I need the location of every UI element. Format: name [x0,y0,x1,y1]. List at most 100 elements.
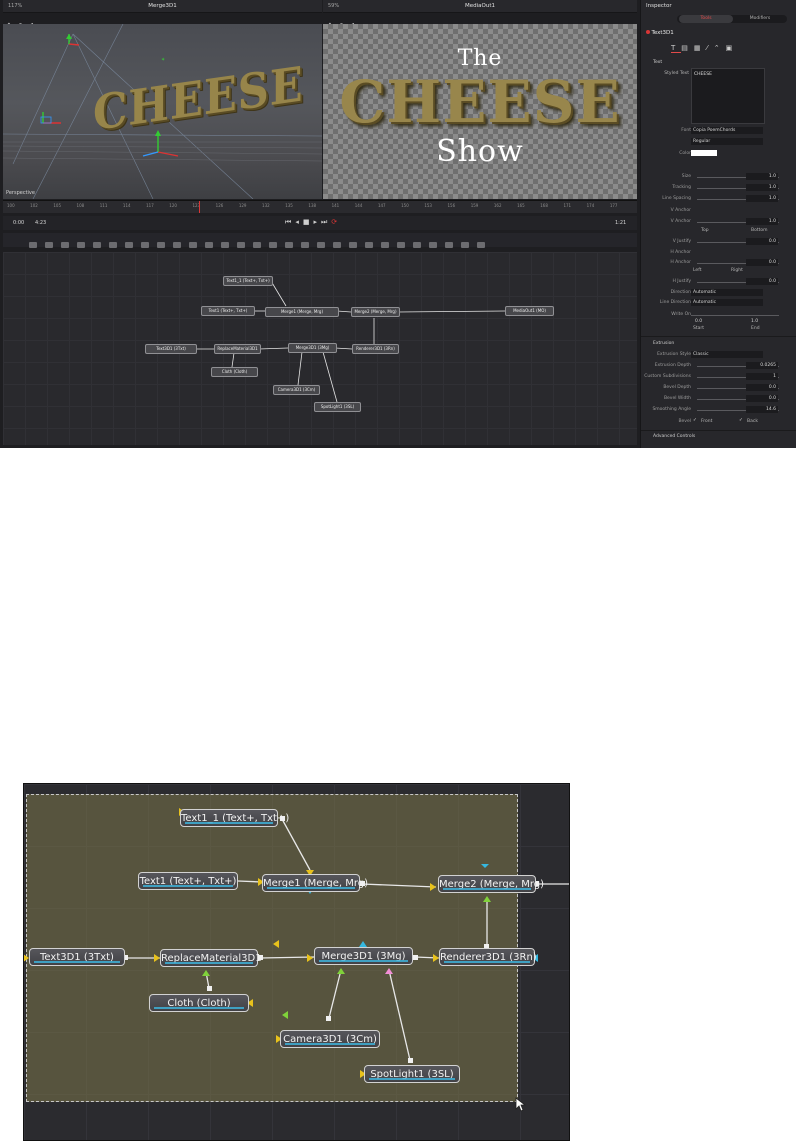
node-spotlight1[interactable]: SpotLight1 (3SL) [314,402,361,412]
tool-icon[interactable] [301,242,309,248]
tool-icon[interactable] [349,242,357,248]
tool-icon[interactable] [381,242,389,248]
tool-icon[interactable] [141,242,149,248]
tool-icon[interactable] [317,242,325,248]
node-merge1[interactable]: Merge1 (Merge, Mrg) [265,307,339,317]
node-merge2[interactable]: Merge2 (Merge, Mrg) [351,307,400,317]
inspector-subtabs[interactable]: T▤▦⁄⌃▣ [671,44,739,53]
font-dropdown[interactable]: Copia PoemChords [691,127,763,134]
tool-icon[interactable] [461,242,469,248]
time-start[interactable]: 0:00 [13,220,24,226]
tool-icon[interactable] [365,242,373,248]
tool-icon[interactable] [477,242,485,248]
write-on-end[interactable]: 1.0 [751,319,758,324]
node-text1[interactable]: Text1 (Text+, Txt+) [201,306,255,316]
tool-icon[interactable] [157,242,165,248]
image-tab-icon[interactable]: ⌃ [714,44,726,52]
styled-text-field[interactable]: CHEESE [691,68,765,124]
node-text1-1[interactable]: Text1_1 (Text+, Txt+) [223,276,273,286]
node-renderer3d1[interactable]: Renderer3D1 (3Rn) [352,344,399,354]
write-on-start[interactable]: 0.0 [695,319,702,324]
big-node-renderer3d1[interactable]: Renderer3D1 (3Rn) [439,948,537,966]
tool-icon[interactable] [429,242,437,248]
node-text3d1[interactable]: Text3D1 (3Txt) [145,344,197,354]
smoothing-angle-value[interactable]: 14.6 [746,406,778,413]
big-node-merge1[interactable]: Merge1 (Merge, Mrg) [262,874,368,892]
tab-modifiers[interactable]: Modifiers [735,15,785,23]
settings-tab-icon[interactable]: ▣ [726,44,739,52]
big-node-text1-1[interactable]: Text1_1 (Text+, Txt+) [180,809,289,827]
big-node-cloth[interactable]: Cloth (Cloth) [149,994,249,1012]
node-editor[interactable]: Text1_1 (Text+, Txt+) Text1 (Text+, Txt+… [3,252,637,445]
tool-icon[interactable] [205,242,213,248]
extrusion-style-dropdown[interactable]: Classic [691,351,763,358]
big-node-text3d1[interactable]: Text3D1 (3Txt) [29,948,125,966]
back-checkbox[interactable]: ✓ [739,418,743,423]
tab-tools[interactable]: Tools [679,15,733,23]
custom-subdivisions-value[interactable]: 1 [746,373,778,380]
node-mediaout1[interactable]: MediaOut1 (MO) [505,306,554,316]
timeline-ruler[interactable]: 100 102 105 108 111 114 117 120 123 126 129 132 135 1… [3,200,637,213]
h-justify-value[interactable]: 0.0 [746,278,778,285]
big-node-merge2[interactable]: Merge2 (Merge, Mrg) [438,875,544,893]
node-merge3d1[interactable]: Merge3D1 (3Mg) [288,343,337,353]
shading-tab-icon[interactable]: ⁄ [707,44,714,52]
layout-tab-icon[interactable]: ▤ [681,44,694,52]
tool-icon[interactable] [285,242,293,248]
big-node-replacematerial3d1[interactable]: ReplaceMaterial3D1 [160,949,262,967]
font-style-dropdown[interactable]: Regular [691,138,763,145]
tool-icon[interactable] [125,242,133,248]
tool-icon[interactable] [93,242,101,248]
section-extrusion-header[interactable]: Extrusion [653,341,674,346]
tool-icon[interactable] [269,242,277,248]
go-to-end-icon[interactable]: ⏭ [321,218,331,226]
front-checkbox[interactable]: ✓ [693,418,697,423]
write-on-slider[interactable] [691,315,779,316]
viewer-output[interactable]: The CHEESE Show [323,24,637,199]
extrusion-depth-value[interactable]: 0.0265 [746,362,778,369]
node-replacematerial3d1[interactable]: ReplaceMaterial3D1 [214,344,261,354]
transform-tab-icon[interactable]: ▦ [694,44,707,52]
stop-icon[interactable]: ■ [303,218,314,226]
direction-dropdown[interactable]: Automatic [691,289,763,296]
tool-icon[interactable] [333,242,341,248]
viewer-3d[interactable]: ✶ CHEESE Perspective [3,24,322,199]
big-node-text1[interactable]: Text1 (Text+, Txt+) [138,872,238,890]
tool-icon[interactable] [61,242,69,248]
tool-icon[interactable] [445,242,453,248]
v-justify-value[interactable]: 0.0 [746,238,778,245]
h-anchor-value[interactable]: 0.0 [746,259,778,266]
tool-icon[interactable] [173,242,181,248]
tool-icon[interactable] [237,242,245,248]
text-tab-icon[interactable]: T [671,44,682,53]
playhead[interactable] [199,201,200,213]
step-back-icon[interactable]: ◂ [295,218,303,226]
go-to-start-icon[interactable]: ⏮ [285,218,295,226]
big-node-merge3d1[interactable]: Merge3D1 (3Mg) [314,947,413,965]
tool-icon[interactable] [109,242,117,248]
tracking-value[interactable]: 1.0 [746,184,778,191]
zoomed-node-editor[interactable]: Text1_1 (Text+, Txt+) Text1 (Text+, Txt+… [23,783,570,1141]
advanced-controls-header[interactable]: Advanced Controls [653,434,695,439]
tool-icon[interactable] [45,242,53,248]
tool-icon[interactable] [253,242,261,248]
big-node-camera3d1[interactable]: Camera3D1 (3Cm) [280,1030,380,1048]
node-cloth[interactable]: Cloth (Cloth) [211,367,258,377]
size-value[interactable]: 1.0 [746,173,778,180]
node-camera3d1[interactable]: Camera3D1 (3Cm) [273,385,320,395]
line-spacing-value[interactable]: 1.0 [746,195,778,202]
loop-icon[interactable]: ⟳ [331,218,341,226]
section-text-header[interactable]: Text [653,60,662,65]
big-node-spotlight1[interactable]: SpotLight1 (3SL) [364,1065,460,1083]
tool-icon[interactable] [413,242,421,248]
tool-icon[interactable] [221,242,229,248]
tool-icon[interactable] [189,242,197,248]
v-anchor-value[interactable]: 1.0 [746,218,778,225]
bevel-width-value[interactable]: 0.0 [746,395,778,402]
bevel-depth-value[interactable]: 0.0 [746,384,778,391]
time-end[interactable]: 4:23 [35,220,46,226]
color-swatch[interactable] [691,150,717,156]
tool-icon[interactable] [29,242,37,248]
tool-icon[interactable] [397,242,405,248]
line-direction-dropdown[interactable]: Automatic [691,299,763,306]
